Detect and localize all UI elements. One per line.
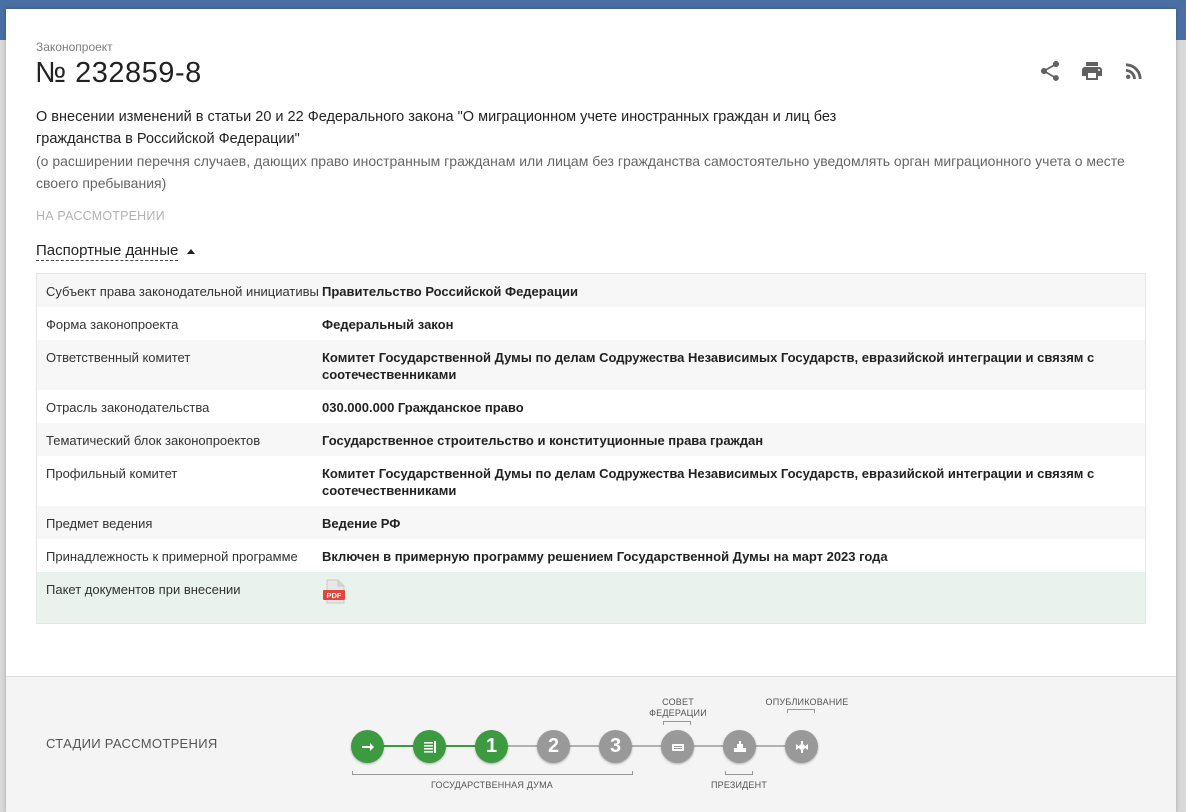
- council-brace: [663, 721, 691, 725]
- passport-value: Ведение РФ: [322, 516, 401, 531]
- passport-key: Отрасль законодательства: [46, 400, 210, 415]
- passport-key: Ответственный комитет: [46, 350, 191, 365]
- passport-row: Отрасль законодательства 030.000.000 Гра…: [37, 390, 1145, 423]
- passport-key: Тематический блок законопроектов: [46, 433, 261, 448]
- passport-value: PDF: [322, 579, 1136, 609]
- passport-key: Пакет документов при внесении: [46, 582, 241, 597]
- stages-title: СТАДИИ РАССМОТРЕНИЯ: [46, 736, 218, 751]
- passport-key: Профильный комитет: [46, 466, 178, 481]
- arrow-right-icon: [361, 742, 374, 751]
- bill-number: № 232859-8: [35, 57, 202, 89]
- stage-publication[interactable]: [785, 730, 818, 763]
- document-icon: [423, 740, 436, 753]
- passport-row: Тематический блок законопроектов Государ…: [37, 423, 1145, 456]
- passport-row: Принадлежность к примерной программе Вкл…: [37, 539, 1145, 572]
- passport-key: Предмет ведения: [46, 516, 153, 531]
- stage-federation-council[interactable]: [661, 730, 694, 763]
- passport-value: Государственное строительство и конститу…: [322, 433, 764, 448]
- publication-brace: [787, 709, 815, 713]
- stage-introduction[interactable]: [351, 730, 384, 763]
- passport-table: Субъект права законодательной инициативы…: [36, 273, 1146, 624]
- stages-panel: СТАДИИ РАССМОТРЕНИЯ 1 2 3 ГОСУДАРСТВЕННА…: [6, 676, 1176, 812]
- passport-row: Субъект права законодательной инициативы…: [37, 274, 1145, 307]
- duma-brace: [352, 771, 633, 775]
- passport-value: Включен в примерную программу решением Г…: [322, 549, 888, 564]
- pdf-icon[interactable]: PDF: [322, 579, 348, 605]
- passport-row: Профильный комитет Комитет Государственн…: [37, 456, 1145, 506]
- president-brace: [725, 771, 753, 775]
- passport-row: Предмет ведения Ведение РФ: [37, 506, 1145, 539]
- stage-reading-3[interactable]: 3: [599, 730, 632, 763]
- passport-value: 030.000.000 Гражданское право: [322, 400, 524, 415]
- passport-key: Субъект права законодательной инициативы: [46, 284, 319, 299]
- passport-toggle[interactable]: Паспортные данные: [36, 242, 196, 261]
- passport-value: Комитет Государственной Думы по делам Со…: [322, 350, 1095, 382]
- passport-row: Форма законопроекта Федеральный закон: [37, 307, 1145, 340]
- council-label-line1: СОВЕТ: [662, 697, 694, 707]
- passport-value: Федеральный закон: [322, 317, 454, 332]
- stage-preliminary[interactable]: [413, 730, 446, 763]
- president-icon: [733, 740, 746, 752]
- duma-label: ГОСУДАРСТВЕННАЯ ДУМА: [430, 780, 553, 790]
- bill-title: О внесении изменений в статьи 20 и 22 Фе…: [36, 109, 837, 147]
- passport-row: Пакет документов при внесении PDF: [37, 572, 1145, 623]
- passport-value: Комитет Государственной Думы по делам Со…: [322, 466, 1095, 498]
- stage-reading-1[interactable]: 1: [475, 730, 508, 763]
- print-icon[interactable]: [1080, 59, 1104, 83]
- stage-president[interactable]: [723, 730, 756, 763]
- passport-toggle-label: Паспортные данные: [36, 242, 179, 261]
- bill-card: Законопроект № 232859-8 О внесении измен…: [6, 9, 1176, 812]
- pdf-icon-text: PDF: [327, 591, 342, 600]
- share-icon[interactable]: [1038, 59, 1062, 83]
- council-label-line2: ФЕДЕРАЦИИ: [649, 708, 707, 718]
- caret-up-icon: [187, 249, 196, 254]
- bill-kicker: Законопроект: [36, 40, 113, 54]
- passport-key: Форма законопроекта: [46, 317, 179, 332]
- stage-reading-2[interactable]: 2: [537, 730, 570, 763]
- emblem-icon: [795, 740, 808, 753]
- rss-icon[interactable]: [1122, 59, 1146, 83]
- passport-row: Ответственный комитет Комитет Государств…: [37, 340, 1145, 390]
- publication-label: ОПУБЛИКОВАНИЕ: [765, 697, 849, 707]
- passport-key: Принадлежность к примерной программе: [46, 549, 298, 564]
- bill-subtitle: (о расширении перечня случаев, дающих пр…: [36, 153, 1125, 191]
- header-actions: [1038, 59, 1146, 83]
- passport-value: Правительство Российской Федерации: [322, 284, 578, 299]
- council-icon: [671, 743, 684, 751]
- bill-status: НА РАССМОТРЕНИИ: [36, 209, 165, 223]
- president-label: ПРЕЗИДЕНТ: [710, 780, 768, 790]
